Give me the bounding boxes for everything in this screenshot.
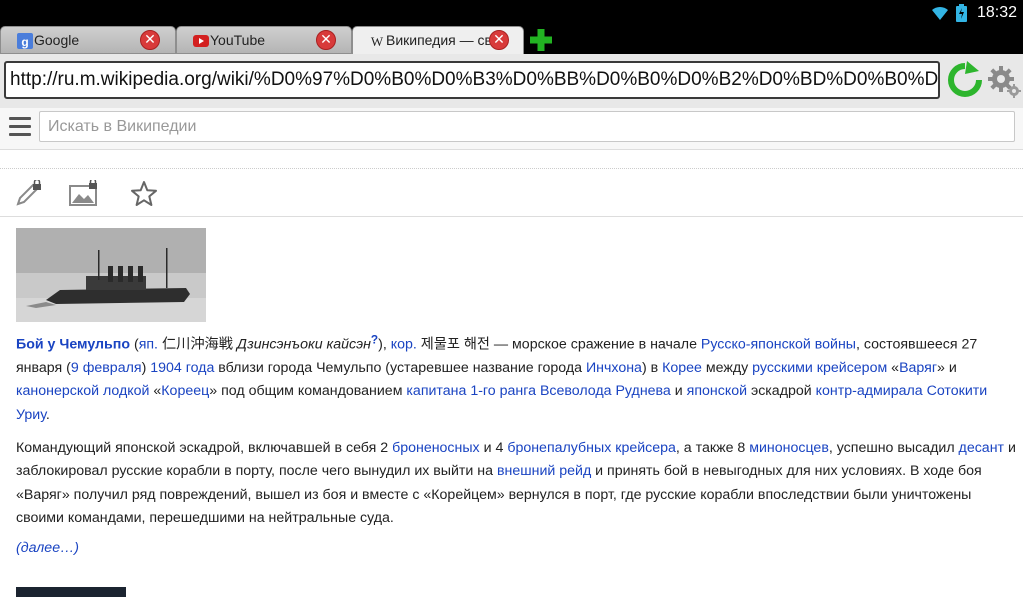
divider (0, 168, 1023, 169)
link-battle-title[interactable]: Бой у Чемульпо (16, 337, 130, 353)
wifi-icon (931, 6, 948, 20)
link-japanese[interactable]: японской (687, 383, 747, 399)
link-battleships[interactable]: броненосных (392, 440, 480, 456)
link-feb-9[interactable]: 9 февраля (71, 360, 142, 376)
tab-youtube[interactable]: YouTube ✕ (176, 26, 352, 54)
tab-title: YouTube (210, 32, 266, 48)
page-actions (0, 172, 1023, 217)
svg-text:W: W (371, 34, 384, 49)
tab-wikipedia[interactable]: W Википедия — св ✕ (352, 26, 524, 54)
link-incheon[interactable]: Инчхона (586, 360, 642, 376)
star-watch-icon[interactable] (130, 180, 158, 208)
tab-title: Википедия — св (386, 32, 492, 48)
link-landing[interactable]: десант (959, 440, 1005, 456)
link-1904[interactable]: 1904 года (150, 360, 214, 376)
tab-google[interactable]: g Google ✕ (0, 26, 176, 54)
link-jap[interactable]: яп. (139, 337, 158, 353)
status-bar: 18:32 (0, 0, 1023, 26)
wikipedia-favicon: W (371, 34, 384, 49)
close-tab-icon[interactable]: ✕ (316, 30, 336, 50)
link-protected-cruisers[interactable]: бронепалубных крейсера (507, 440, 676, 456)
image-locked-icon[interactable] (69, 180, 97, 208)
link-outer-roads[interactable]: внешний рейд (497, 463, 591, 479)
close-tab-icon[interactable]: ✕ (489, 30, 509, 50)
link-varyag[interactable]: Варяг (899, 360, 937, 376)
menu-icon[interactable] (9, 117, 31, 139)
clock: 18:32 (976, 4, 1017, 21)
link-captain-rudnev[interactable]: капитана 1-го ранга Всеволода Руднева (406, 383, 670, 399)
status-icons: 18:32 (930, 2, 1017, 24)
tab-strip: g Google ✕ YouTube ✕ W Википедия — св ✕ (0, 26, 1023, 54)
tab-title: Google (34, 32, 80, 48)
settings-gear-icon[interactable] (986, 62, 1022, 98)
youtube-favicon (193, 35, 209, 47)
url-field[interactable]: http://ru.m.wikipedia.org/wiki/%D0%97%D0… (4, 61, 940, 99)
cruiser-photo[interactable] (16, 228, 206, 322)
wiki-header: Искать в Википедии (0, 108, 1023, 150)
wiki-search-input[interactable]: Искать в Википедии (39, 111, 1015, 142)
article-paragraph-1: Бой у Чемульпо (яп. 仁川沖海戦 Дзинсэнъоки ка… (16, 332, 988, 423)
link-russian-cruiser[interactable]: русскими крейсером (752, 360, 887, 376)
link-torpedo-boats[interactable]: миноносцев (749, 440, 829, 456)
next-section-thumbnail[interactable] (16, 587, 126, 597)
link-russo-japanese-war[interactable]: Русско-японской войны (701, 337, 856, 353)
article-content: Бой у Чемульпо (яп. 仁川沖海戦 Дзинсэнъоки ка… (16, 228, 1016, 556)
link-gunboat[interactable]: канонерской лодкой (16, 383, 149, 399)
link-korea[interactable]: Корее (662, 360, 702, 376)
edit-locked-icon[interactable] (15, 180, 43, 208)
read-more-link[interactable]: (далее…) (16, 540, 1016, 556)
link-koreets[interactable]: Кореец (161, 383, 209, 399)
close-tab-icon[interactable]: ✕ (140, 30, 160, 50)
article-paragraph-2: Командующий японской эскадрой, включавше… (16, 439, 1016, 526)
add-tab-icon[interactable] (530, 29, 552, 51)
link-kor[interactable]: кор. (391, 337, 417, 353)
svg-text:g: g (21, 35, 28, 49)
reload-icon[interactable] (946, 61, 984, 99)
google-favicon: g (17, 33, 33, 49)
address-bar: http://ru.m.wikipedia.org/wiki/%D0%97%D0… (0, 54, 1023, 108)
ship-image (16, 228, 206, 322)
battery-icon (955, 4, 967, 22)
